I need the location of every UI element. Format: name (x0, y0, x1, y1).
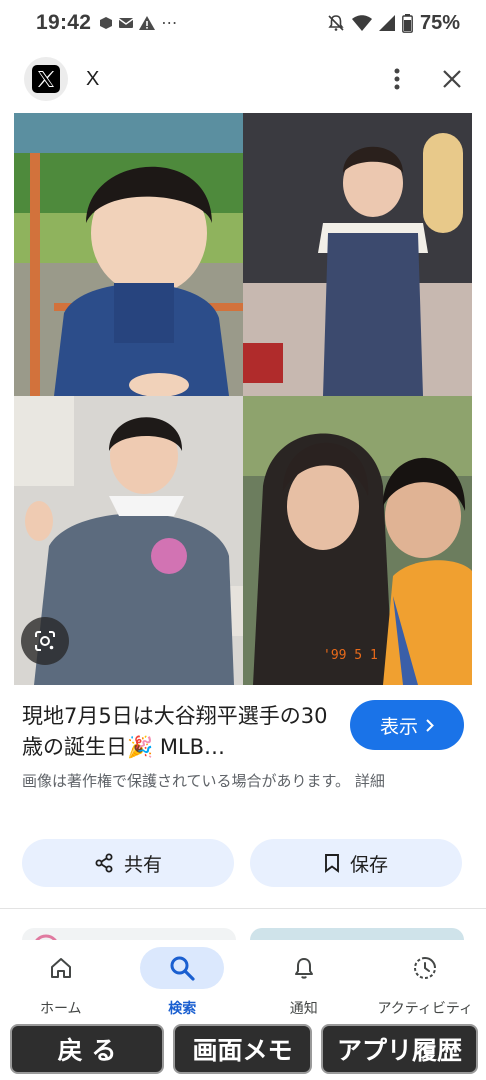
system-button-bar: 戻 る 画面メモ アプリ履歴 (0, 1020, 486, 1080)
save-button[interactable]: 保存 (250, 839, 462, 887)
share-label: 共有 (123, 853, 162, 876)
status-right: 75% (327, 12, 460, 35)
bookmark-icon (325, 854, 339, 873)
view-button[interactable]: 表示 (350, 700, 464, 750)
nav-label-notifications: 通知 (289, 1001, 318, 1017)
nav-label-home: ホーム (39, 1001, 82, 1017)
view-button-label: 表示 (379, 715, 418, 738)
mute-icon (328, 15, 344, 31)
signal-icon (378, 15, 395, 31)
source-site-title: X (86, 67, 100, 90)
x-app-logo (24, 57, 68, 101)
search-icon (170, 956, 195, 981)
nav-item-home[interactable]: ホーム (0, 940, 122, 1020)
battery-icon (402, 13, 413, 33)
save-label: 保存 (349, 853, 388, 876)
warning-icon (139, 16, 156, 30)
nav-item-activity[interactable]: アクティビティ (365, 940, 486, 1020)
photo-toddler-standing (243, 113, 472, 396)
share-button[interactable]: 共有 (22, 839, 234, 887)
home-icon (50, 958, 71, 978)
bell-icon (294, 958, 313, 979)
app-history-button[interactable]: アプリ履歴 (321, 1024, 478, 1074)
more-notifications-icon: ⋯ (161, 15, 179, 32)
nav-item-notifications[interactable]: 通知 (243, 940, 365, 1020)
chevron-right-icon (426, 718, 434, 732)
lens-search-button[interactable] (21, 617, 69, 665)
activity-icon (414, 957, 437, 979)
nav-label-search: 検索 (168, 1001, 197, 1017)
nav-label-activity: アクティビティ (377, 1001, 474, 1017)
wifi-icon (351, 15, 372, 31)
result-image[interactable]: '99 5 1 (14, 113, 472, 685)
bottom-navigation: ホーム 検索 通知 アクティビティ (0, 940, 486, 1020)
screen-memo-button[interactable]: 画面メモ (173, 1024, 312, 1074)
x-logo-icon (32, 65, 60, 93)
share-icon (95, 853, 113, 873)
lens-icon (35, 631, 55, 651)
status-notification-icons: ⋯ (99, 13, 178, 33)
app-header: X (0, 48, 486, 110)
photo-child-with-mother: '99 5 1 (243, 396, 472, 685)
close-icon[interactable] (442, 69, 462, 89)
section-divider (0, 908, 486, 909)
nav-item-search[interactable]: 検索 (122, 940, 244, 1020)
header-actions (394, 68, 462, 90)
result-title[interactable]: 現地7月5日は大谷翔平選手の30歳の誕生日🎉 MLB… (22, 701, 342, 763)
status-bar: 19:42 ⋯ 75% (0, 0, 486, 46)
back-button[interactable]: 戻 る (10, 1024, 164, 1074)
photo-date-stamp: '99 5 1 (323, 648, 378, 663)
more-vert-icon[interactable] (394, 68, 400, 90)
status-time: 19:42 (36, 11, 92, 34)
battery-percent: 75% (419, 11, 460, 34)
photo-child-on-playground (14, 113, 243, 396)
mail-icon (119, 18, 134, 28)
copyright-notice[interactable]: 画像は著作権で保護されている場合があります。 詳細 (22, 770, 462, 793)
app-notification-icon (100, 17, 113, 29)
